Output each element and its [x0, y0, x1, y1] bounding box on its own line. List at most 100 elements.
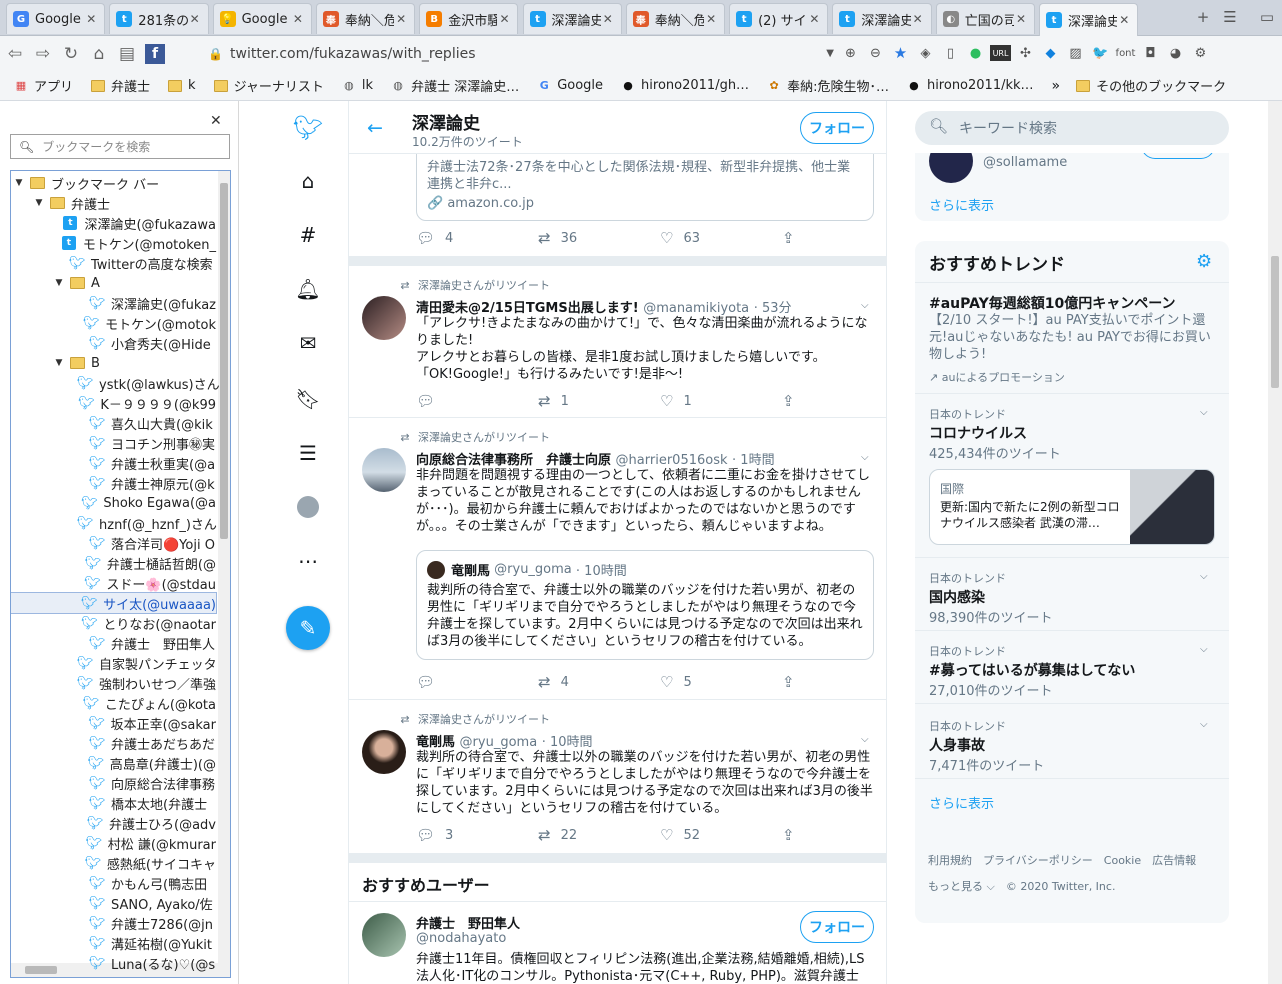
- extension-icon[interactable]: ◈: [915, 41, 936, 65]
- footer-links[interactable]: 利用規約 プライバシーポリシー Cookie 広告情報: [928, 852, 1196, 868]
- share-button[interactable]: ⇪: [782, 392, 805, 410]
- tweet[interactable]: ⇄ 深澤論史さんがリツイート 清田愛未@2/15日TGMS出展します! @mana…: [349, 266, 886, 418]
- reply-button[interactable]: 💬︎: [416, 673, 445, 691]
- bookmark-entry[interactable]: 🐦︎ Twitterの高度な検索: [11, 253, 216, 273]
- like-button[interactable]: ♡ 52: [660, 826, 700, 844]
- settings-icon[interactable]: ⚙: [1190, 41, 1211, 65]
- reply-button[interactable]: 💬︎ 3: [416, 826, 453, 844]
- profile-avatar-icon[interactable]: [295, 494, 321, 520]
- window-icon[interactable]: ▭: [1256, 6, 1278, 28]
- bookmark-item[interactable]: ✿ 奉納:危険生物･…: [767, 76, 889, 95]
- expand-arrow-icon[interactable]: ▼: [53, 358, 65, 368]
- bookmark-entry[interactable]: 🐦︎ 弁護士神原元(@k: [11, 473, 216, 493]
- twitter-ext-icon[interactable]: 🐦: [1090, 41, 1111, 65]
- bookmark-entry[interactable]: 🐦︎ 感熱紙(サイコキャ: [11, 853, 216, 873]
- bookmark-entry[interactable]: 🐦︎ モトケン(@motok: [11, 313, 216, 333]
- bookmark-entry[interactable]: 🐦︎ 弁護士あだちあだ: [11, 733, 216, 753]
- bookmark-item[interactable]: ジャーナリスト: [213, 76, 324, 95]
- pocket-icon[interactable]: ◘: [1140, 41, 1161, 65]
- page-scroll-thumb[interactable]: [1271, 256, 1279, 388]
- tab-menu-icon[interactable]: ☰: [1219, 6, 1241, 28]
- bookmark-item[interactable]: ● hirono2011/gh…: [621, 78, 749, 93]
- evernote-icon[interactable]: ●: [965, 41, 986, 65]
- expand-arrow-icon[interactable]: ▼: [33, 198, 45, 208]
- bookmark-item[interactable]: ● hirono2011/kk…: [907, 78, 1033, 93]
- home-icon[interactable]: ⌂: [295, 168, 321, 194]
- bookmark-entry[interactable]: 🐦︎ 坂本正幸(@sakar: [11, 713, 216, 733]
- bookmark-entry[interactable]: 🐦︎ 落合洋司🔴Yoji O: [11, 533, 216, 553]
- like-button[interactable]: ♡ 5: [660, 673, 692, 691]
- retweet-button[interactable]: ⇄ 36: [538, 229, 577, 247]
- bookmark-item[interactable]: その他のブックマーク: [1076, 76, 1226, 95]
- trend-item[interactable]: 日本のトレンド ⌵ 国内感染 98,390件のツイート: [915, 558, 1229, 631]
- bookmark-entry[interactable]: 🐦︎ 弁護士 野田隼人: [11, 633, 216, 653]
- browser-tab[interactable]: 奉奉納＼危 ✕: [625, 3, 726, 34]
- browser-tab[interactable]: B 金沢市騒 ✕: [419, 3, 519, 34]
- bookmark-entry[interactable]: 🐦︎ K－９９９９(@k99: [11, 393, 216, 413]
- show-more-link[interactable]: さらに表示: [929, 793, 994, 812]
- edit-icon[interactable]: ▨: [1065, 41, 1086, 65]
- bookmark-entry[interactable]: 🐦︎ 自家製パンチェッタ: [11, 653, 217, 673]
- bookmark-entry[interactable]: 🐦︎ 深澤論史(@fukaz: [11, 293, 216, 313]
- notifications-bell-icon[interactable]: 🔔︎: [295, 276, 321, 302]
- reply-button[interactable]: 💬︎ 4: [416, 229, 453, 247]
- reply-button[interactable]: 💬︎: [416, 392, 445, 410]
- bookmark-entry[interactable]: 🐦︎ 喜久山大貴(@kik: [11, 413, 216, 433]
- tab-close-icon[interactable]: ✕: [1014, 12, 1028, 26]
- font-icon[interactable]: font: [1115, 41, 1136, 65]
- tab-close-icon[interactable]: ✕: [188, 12, 202, 26]
- bookmark-folder[interactable]: ▼ ブックマーク バー: [11, 173, 216, 193]
- expand-arrow-icon[interactable]: ▼: [53, 278, 65, 288]
- zoom-out-icon[interactable]: ⊖: [865, 41, 886, 65]
- zoom-in-icon[interactable]: ⊕: [840, 41, 861, 65]
- bookmark-item[interactable]: 弁護士: [91, 76, 150, 95]
- bookmark-item[interactable]: ◍ lk: [342, 78, 373, 93]
- tweet-author[interactable]: 竜剛馬 @ryu_goma · 10時間: [416, 731, 593, 750]
- bookmark-entry[interactable]: 🐦︎ スドー🌸(@stdau: [11, 573, 216, 593]
- bookmark-entry[interactable]: 🐦︎ 強制わいせつ／準強: [11, 673, 216, 693]
- avatar[interactable]: [362, 913, 406, 957]
- like-button[interactable]: ♡ 63: [660, 229, 700, 247]
- reader-icon[interactable]: ▤: [114, 41, 140, 67]
- browser-tab[interactable]: t (2) サイ ✕: [729, 3, 829, 34]
- twitter-logo-icon[interactable]: 🐦︎: [293, 114, 323, 142]
- promoted-trend[interactable]: #auPAY毎週総額10億円キャンペーン 【2/10 スタート!】au PAY支…: [915, 282, 1229, 394]
- tab-close-icon[interactable]: ✕: [291, 12, 305, 26]
- like-button[interactable]: ♡ 1: [660, 392, 692, 410]
- url-ext-icon[interactable]: URL: [990, 45, 1011, 61]
- bookmark-icon[interactable]: ▯: [940, 41, 961, 65]
- bookmark-entry[interactable]: 🐦︎ 弁護士7286(@jn: [11, 913, 216, 933]
- url-dropdown-icon[interactable]: ▼: [826, 48, 834, 59]
- messages-mail-icon[interactable]: ✉: [295, 330, 321, 356]
- share-button[interactable]: ⇪: [782, 229, 805, 247]
- bookmark-entry[interactable]: 🐦︎ ヨコチン刑事㊙実: [11, 433, 216, 453]
- bookmark-entry[interactable]: 🐦︎ Shoko Egawa(@a: [11, 493, 216, 513]
- chevron-down-icon[interactable]: ⌵: [861, 452, 869, 463]
- chevron-down-icon[interactable]: ⌵: [1200, 407, 1208, 418]
- trend-item[interactable]: 日本のトレンド ⌵ #募ってはいるが募集はしてない 27,010件のツイート: [915, 631, 1229, 704]
- browser-tab[interactable]: t 深澤論史 ✕: [522, 3, 622, 34]
- recommend-name[interactable]: 弁護士 野田隼人: [416, 913, 520, 932]
- star-icon[interactable]: ★: [890, 41, 911, 65]
- bookmark-entry[interactable]: 🐦︎ 溝延祐樹(@Yukit: [11, 933, 216, 953]
- bookmark-entry[interactable]: 🐦︎ 弁護士秋重実(@a: [11, 453, 216, 473]
- twitter-search-input[interactable]: 🔍︎ キーワード検索: [915, 111, 1229, 145]
- bookmark-entry[interactable]: t モトケン(@motoken_: [11, 233, 216, 253]
- tab-close-icon[interactable]: ✕: [601, 12, 615, 26]
- follow-button[interactable]: [1141, 153, 1215, 159]
- facebook-icon[interactable]: f: [142, 41, 168, 67]
- browser-tab[interactable]: 💡 Google ✕: [212, 3, 312, 34]
- bookmark-folder[interactable]: ▼ 弁護士: [11, 193, 216, 213]
- profile-icon[interactable]: ◕: [1165, 41, 1186, 65]
- home-icon[interactable]: ⌂: [86, 41, 112, 67]
- bookmark-entry[interactable]: 🐦︎ 高島章(弁護士)(@: [11, 753, 216, 773]
- bookmark-entry[interactable]: 🐦︎ 小倉秀夫(@Hide: [11, 333, 216, 353]
- trend-item[interactable]: 日本のトレンド ⌵ コロナウイルス 425,434件のツイート 国際 更新:国内…: [915, 394, 1229, 558]
- avatar[interactable]: [362, 296, 406, 340]
- bookmark-entry[interactable]: 🐦︎ 橋本太地(弁護士: [11, 793, 216, 813]
- compose-tweet-button[interactable]: ✎: [286, 606, 330, 650]
- tweet-author[interactable]: 向原総合法律事務所 弁護士向原 @harrier0516osk · 1時間: [416, 449, 775, 468]
- bookmark-item[interactable]: ▦ アプリ: [14, 76, 73, 95]
- page-scrollbar[interactable]: [1268, 101, 1282, 984]
- chevron-down-icon[interactable]: ⌵: [1200, 571, 1208, 582]
